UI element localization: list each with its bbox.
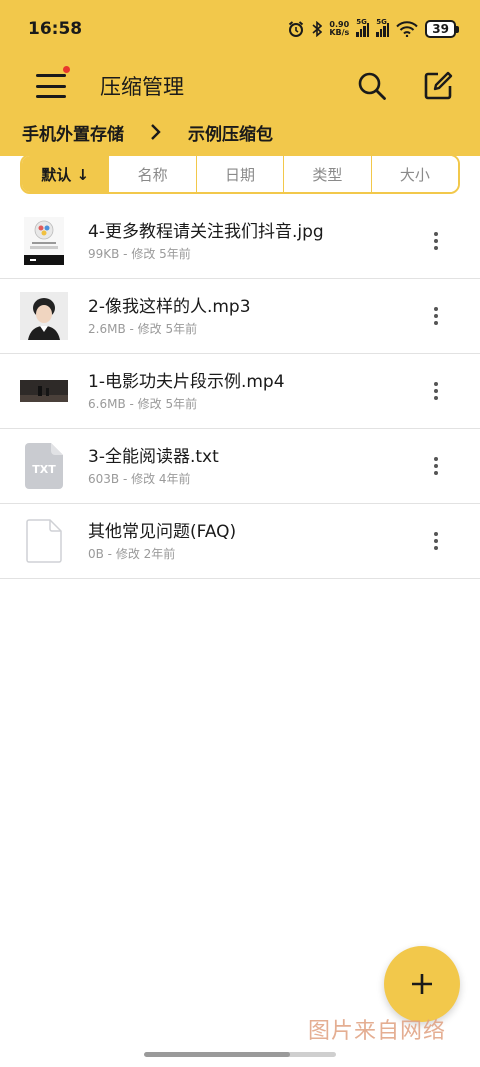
file-meta: 0B - 修改 2年前	[88, 546, 176, 561]
breadcrumb-current[interactable]: 示例压缩包	[188, 120, 273, 145]
list-item[interactable]: TXT 3-全能阅读器.txt 603B - 修改 4年前	[0, 429, 480, 504]
signal-sim1-icon: 5G	[356, 18, 370, 37]
hamburger-menu-icon[interactable]	[36, 66, 70, 98]
page-title: 压缩管理	[100, 75, 184, 99]
breadcrumb: 手机外置存储 示例压缩包	[0, 114, 480, 150]
sort-tabs: 默认 ↓ 名称 日期 类型 大小	[20, 154, 460, 194]
status-icons: 0.90 KB/s 5G 5G 39	[287, 18, 459, 38]
net-speed-unit: KB/s	[329, 28, 350, 37]
file-name: 其他常见问题(FAQ)	[88, 521, 237, 542]
chevron-right-icon	[150, 123, 162, 141]
txt-label: TXT	[32, 463, 56, 476]
breadcrumb-root[interactable]: 手机外置存储	[22, 120, 124, 145]
plus-icon	[412, 974, 432, 994]
file-info: 3-全能阅读器.txt 603B - 修改 4年前	[88, 446, 418, 487]
file-meta: 603B - 修改 4年前	[88, 471, 191, 486]
home-indicator[interactable]	[144, 1052, 336, 1057]
blank-file-icon	[20, 517, 68, 565]
file-info: 1-电影功夫片段示例.mp4 6.6MB - 修改 5年前	[88, 371, 418, 412]
bluetooth-icon	[312, 21, 323, 37]
list-item[interactable]: 1-电影功夫片段示例.mp4 6.6MB - 修改 5年前	[0, 354, 480, 429]
app-bar: 压缩管理	[0, 58, 480, 114]
image-thumbnail	[20, 217, 68, 265]
list-item[interactable]: 其他常见问题(FAQ) 0B - 修改 2年前	[0, 504, 480, 579]
wifi-icon	[396, 21, 419, 37]
more-options-icon[interactable]	[418, 373, 454, 409]
file-name: 2-像我这样的人.mp3	[88, 296, 251, 317]
sim1-label: 5G	[356, 18, 367, 26]
more-options-icon[interactable]	[418, 523, 454, 559]
file-name: 1-电影功夫片段示例.mp4	[88, 371, 285, 392]
sim2-label: 5G	[376, 18, 387, 26]
txt-file-icon: TXT	[20, 442, 68, 490]
sort-tab-type[interactable]: 类型	[284, 156, 372, 192]
list-item[interactable]: 2-像我这样的人.mp3 2.6MB - 修改 5年前	[0, 279, 480, 354]
status-time: 16:58	[28, 19, 83, 39]
video-thumbnail	[20, 367, 68, 415]
more-options-icon[interactable]	[418, 448, 454, 484]
album-art-thumbnail	[20, 292, 68, 340]
file-list: 4-更多教程请关注我们抖音.jpg 99KB - 修改 5年前 2-像我这样的人…	[0, 204, 480, 579]
sort-tab-default[interactable]: 默认 ↓	[22, 156, 110, 192]
file-meta: 2.6MB - 修改 5年前	[88, 321, 198, 336]
watermark: 图片来自网络	[308, 1019, 447, 1044]
sort-bar: 默认 ↓ 名称 日期 类型 大小	[0, 150, 480, 198]
notification-dot	[63, 66, 70, 73]
more-options-icon[interactable]	[418, 298, 454, 334]
search-icon[interactable]	[352, 66, 392, 106]
sort-tab-name[interactable]: 名称	[109, 156, 197, 192]
edit-icon[interactable]	[418, 66, 458, 106]
sort-tab-size[interactable]: 大小	[371, 156, 458, 192]
add-button[interactable]	[384, 946, 460, 1022]
list-item[interactable]: 4-更多教程请关注我们抖音.jpg 99KB - 修改 5年前	[0, 204, 480, 279]
alarm-icon	[287, 20, 305, 38]
status-bar: 16:58 0.90 KB/s 5G 5G 39	[0, 0, 480, 58]
file-name: 3-全能阅读器.txt	[88, 446, 219, 467]
battery-indicator: 39	[425, 20, 459, 38]
file-info: 4-更多教程请关注我们抖音.jpg 99KB - 修改 5年前	[88, 221, 418, 262]
top-area: 16:58 0.90 KB/s 5G 5G 39 压缩管理 手机外置存储 示例压…	[0, 0, 480, 150]
file-meta: 6.6MB - 修改 5年前	[88, 396, 198, 411]
more-options-icon[interactable]	[418, 223, 454, 259]
file-info: 其他常见问题(FAQ) 0B - 修改 2年前	[88, 521, 418, 562]
file-name: 4-更多教程请关注我们抖音.jpg	[88, 221, 324, 242]
file-meta: 99KB - 修改 5年前	[88, 246, 191, 261]
file-info: 2-像我这样的人.mp3 2.6MB - 修改 5年前	[88, 296, 418, 337]
signal-sim2-icon: 5G	[376, 18, 390, 37]
sort-tab-date[interactable]: 日期	[196, 156, 285, 192]
net-speed: 0.90 KB/s	[329, 21, 349, 37]
